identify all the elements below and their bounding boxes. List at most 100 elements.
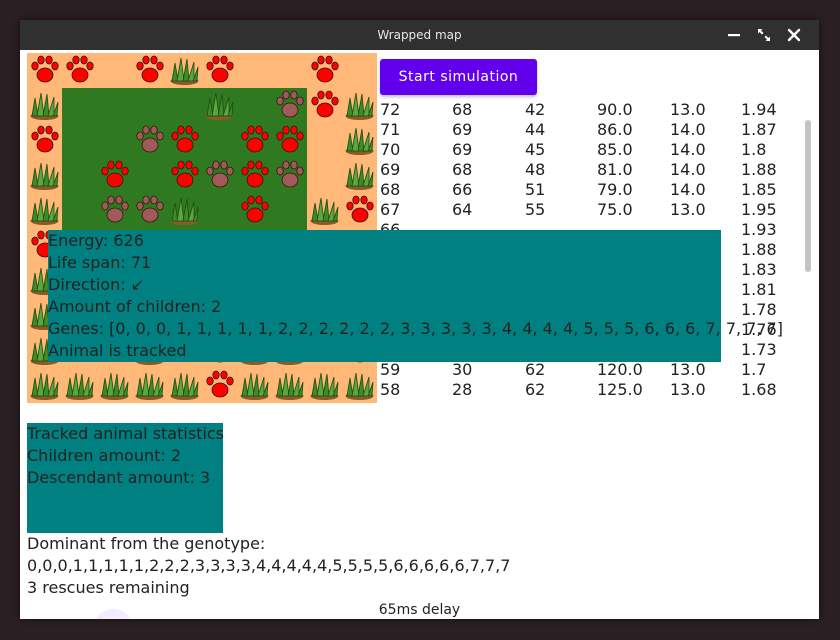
animal-life-span: Life span: 71 — [48, 253, 152, 272]
window-title: Wrapped map — [377, 28, 462, 42]
animal-energy: Energy: 626 — [48, 231, 144, 250]
statistics-cell: 1.95 — [741, 200, 777, 219]
grass-icon — [97, 368, 132, 403]
animal-paw-icon[interactable] — [132, 193, 167, 228]
animal-paw-icon[interactable] — [202, 368, 237, 403]
animal-paw-icon[interactable] — [307, 53, 342, 88]
title-bar: Wrapped map — [20, 20, 819, 50]
statistics-cell: 67 — [380, 200, 401, 219]
statistics-cell: 125.0 — [597, 380, 643, 399]
statistics-cell: 13.0 — [670, 200, 706, 219]
tracked-title: Tracked animal statistics — [27, 424, 225, 443]
animal-paw-icon[interactable] — [272, 123, 307, 158]
animal-children: Amount of children: 2 — [48, 297, 222, 316]
tracked-statistics-panel: Tracked animal statistics Children amoun… — [27, 423, 225, 533]
statistics-cell: 14.0 — [670, 160, 706, 179]
grass-icon — [167, 53, 202, 88]
grass-icon — [27, 158, 62, 193]
statistics-cell: 55 — [525, 200, 546, 219]
animal-paw-icon[interactable] — [167, 123, 202, 158]
animal-paw-icon[interactable] — [202, 158, 237, 193]
animal-paw-icon[interactable] — [167, 158, 202, 193]
maximize-button[interactable] — [750, 20, 778, 50]
start-simulation-button[interactable]: Start simulation — [380, 59, 537, 95]
grass-icon — [342, 158, 377, 193]
main-content: Start simulation 72 68 42 90.0 13.0 1.94 71 69 4… — [20, 50, 819, 619]
animal-paw-icon[interactable] — [27, 53, 62, 88]
statistics-cell: 42 — [525, 100, 546, 119]
minimize-icon — [728, 34, 740, 37]
statistics-scrollbar[interactable] — [805, 120, 811, 272]
animal-paw-icon[interactable] — [97, 158, 132, 193]
statistics-cell: 81.0 — [597, 160, 633, 179]
statistics-cell: 58 — [380, 380, 401, 399]
statistics-cell: 14.0 — [670, 120, 706, 139]
animal-paw-icon[interactable] — [62, 53, 97, 88]
tracked-descendants: Descendant amount: 3 — [27, 468, 211, 487]
statistics-cell: 1.88 — [741, 240, 777, 259]
animal-paw-icon[interactable] — [237, 123, 272, 158]
statistics-cell: 1.68 — [741, 380, 777, 399]
statistics-cell: 64 — [452, 200, 473, 219]
grass-icon — [167, 368, 202, 403]
statistics-cell: 44 — [525, 120, 546, 139]
statistics-cell: 1.94 — [741, 100, 777, 119]
statistics-cell: 30 — [452, 360, 473, 379]
statistics-cell: 48 — [525, 160, 546, 179]
statistics-cell: 28 — [452, 380, 473, 399]
animal-paw-icon[interactable] — [132, 123, 167, 158]
animal-direction: Direction: ↙ — [48, 275, 145, 294]
statistics-cell: 1.8 — [741, 140, 767, 159]
statistics-cell: 1.73 — [741, 340, 777, 359]
animal-tracked-status: Animal is tracked — [48, 341, 187, 360]
statistics-cell: 72 — [380, 100, 401, 119]
statistics-cell: 1.81 — [741, 280, 777, 299]
statistics-cell: 1.78 — [741, 300, 777, 319]
grass-icon — [307, 368, 342, 403]
animal-paw-icon[interactable] — [342, 193, 377, 228]
grass-icon — [167, 193, 202, 228]
grass-icon — [342, 123, 377, 158]
rescues-remaining: 3 rescues remaining — [27, 578, 190, 597]
grass-icon — [132, 368, 167, 403]
statistics-cell: 71 — [380, 120, 401, 139]
grass-icon — [62, 368, 97, 403]
maximize-icon — [758, 29, 770, 41]
statistics-cell: 62 — [525, 380, 546, 399]
statistics-cell: 69 — [452, 140, 473, 159]
statistics-cell: 90.0 — [597, 100, 633, 119]
animal-paw-icon[interactable] — [272, 88, 307, 123]
statistics-cell: 1.85 — [741, 180, 777, 199]
statistics-cell: 1.83 — [741, 260, 777, 279]
statistics-cell: 13.0 — [670, 100, 706, 119]
statistics-cell: 120.0 — [597, 360, 643, 379]
statistics-cell: 14.0 — [670, 180, 706, 199]
statistics-cell: 68 — [452, 100, 473, 119]
statistics-cell: 75.0 — [597, 200, 633, 219]
statistics-cell: 13.0 — [670, 360, 706, 379]
statistics-cell: 86.0 — [597, 120, 633, 139]
animal-paw-icon[interactable] — [237, 193, 272, 228]
statistics-cell: 68 — [380, 180, 401, 199]
app-window: Wrapped map Start simulation 72 68 42 90.0 1… — [20, 20, 819, 619]
grass-icon — [27, 88, 62, 123]
animal-paw-icon[interactable] — [272, 158, 307, 193]
statistics-cell: 51 — [525, 180, 546, 199]
animal-paw-icon[interactable] — [237, 158, 272, 193]
statistics-cell: 45 — [525, 140, 546, 159]
animal-paw-icon[interactable] — [132, 53, 167, 88]
statistics-cell: 69 — [380, 160, 401, 179]
statistics-cell: 14.0 — [670, 140, 706, 159]
statistics-cell: 79.0 — [597, 180, 633, 199]
grass-icon — [27, 193, 62, 228]
grass-icon — [342, 88, 377, 123]
animal-paw-icon[interactable] — [307, 88, 342, 123]
minimize-button[interactable] — [720, 20, 748, 50]
animal-paw-icon[interactable] — [97, 193, 132, 228]
statistics-cell: 68 — [452, 160, 473, 179]
close-button[interactable] — [780, 20, 808, 50]
animal-paw-icon[interactable] — [27, 123, 62, 158]
statistics-cell: 1.93 — [741, 220, 777, 239]
animal-paw-icon[interactable] — [202, 53, 237, 88]
grass-icon — [27, 368, 62, 403]
